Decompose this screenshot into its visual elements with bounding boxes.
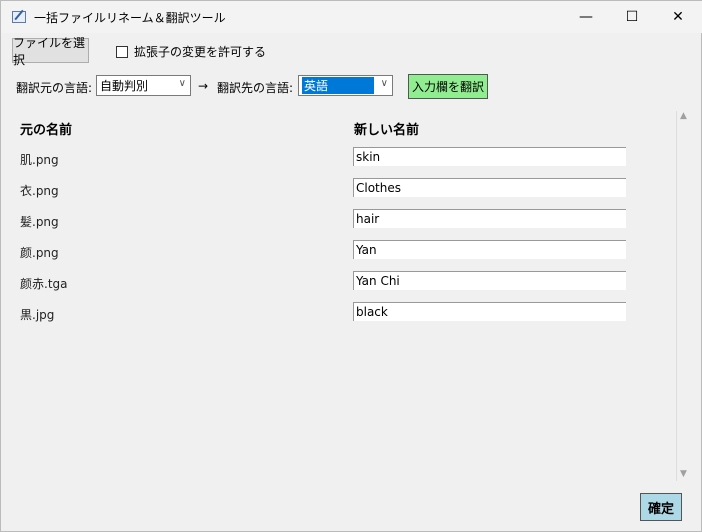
target-language-label: 翻訳先の言語: [217,81,294,95]
original-filename: 髪.png [20,215,59,229]
original-filename: 肌.png [20,153,59,167]
confirm-button[interactable]: 確定 [640,493,682,521]
arrow-icon: → [198,79,209,93]
scroll-down-icon[interactable]: ▼ [680,469,687,479]
original-filename: 颜.png [20,246,59,260]
checkbox-box[interactable] [116,45,128,58]
title-bar: 一括ファイルリネーム＆翻訳ツール — ☐ ✕ [1,1,702,33]
translate-inputs-button[interactable]: 入力欄を翻訳 [408,74,488,99]
scrollbar[interactable]: ▲ ▼ [676,111,692,481]
original-filename: 黒.jpg [20,308,55,322]
original-filename: 颜赤.tga [20,277,68,291]
source-language-label: 翻訳元の言語: [16,81,93,95]
new-filename-input[interactable]: Yan [353,240,626,259]
new-filename-input[interactable]: hair [353,209,626,228]
new-filename-input[interactable]: Clothes [353,178,626,197]
source-language-value: 自動判別 [100,79,149,93]
source-language-select[interactable]: 自動判別 ∨ [96,75,191,96]
new-filename-input[interactable]: Yan Chi [353,271,626,290]
app-icon [12,11,26,23]
new-filename-input[interactable]: black [353,302,626,321]
scroll-up-icon[interactable]: ▲ [680,111,687,121]
minimize-button[interactable]: — [563,1,609,33]
new-filename-input[interactable]: skin [353,147,626,166]
chevron-down-icon: ∨ [178,78,186,89]
maximize-button[interactable]: ☐ [609,1,655,33]
allow-extension-change-checkbox[interactable]: 拡張子の変更を許可する [116,43,266,60]
original-filename: 衣.png [20,184,59,198]
window-title: 一括ファイルリネーム＆翻訳ツール [34,10,226,25]
header-new-name: 新しい名前 [354,123,420,138]
checkbox-label: 拡張子の変更を許可する [134,45,267,59]
chevron-down-icon: ∨ [380,78,388,89]
close-button[interactable]: ✕ [655,1,701,33]
header-original-name: 元の名前 [20,123,73,138]
target-language-select[interactable]: 英語 ∨ [298,75,393,96]
select-file-button[interactable]: ファイルを選択 [12,36,89,67]
target-language-value: 英語 [302,77,374,94]
